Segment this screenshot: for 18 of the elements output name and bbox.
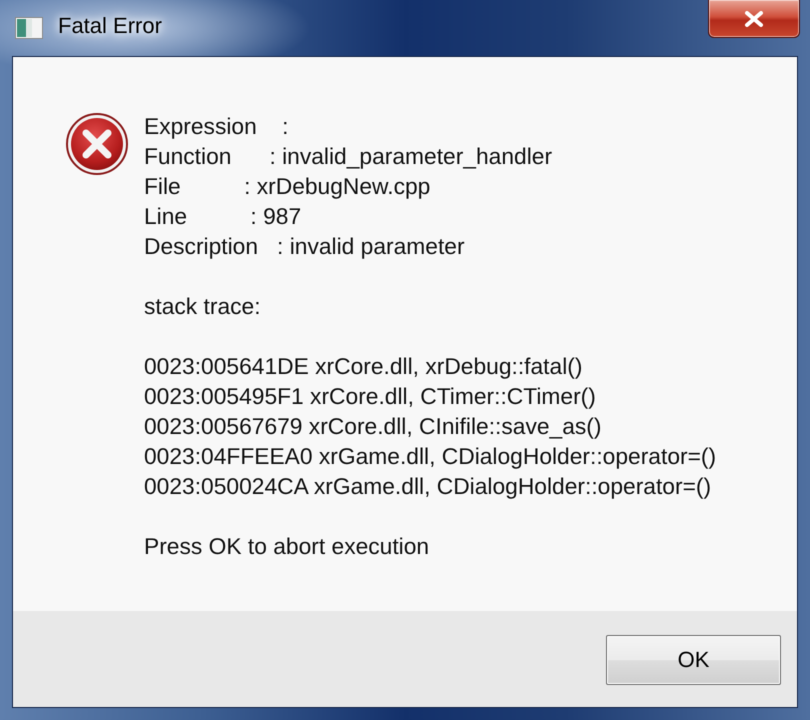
detail-line: Function : invalid_parameter_handler bbox=[144, 142, 554, 171]
stack-trace-line: 0023:00567679 xrCore.dll, CInifile::save_as() bbox=[144, 412, 602, 441]
ok-button[interactable]: OK bbox=[606, 635, 781, 685]
prompt-text: Press OK to abort execution bbox=[144, 532, 430, 561]
stack-trace-line: 0023:005495F1 xrCore.dll, CTimer::CTimer() bbox=[144, 382, 597, 411]
close-icon bbox=[744, 10, 764, 26]
window-icon bbox=[15, 17, 43, 39]
close-button[interactable] bbox=[708, 0, 800, 38]
window-title: Fatal Error bbox=[58, 13, 162, 39]
detail-line: Description : invalid parameter bbox=[144, 232, 466, 261]
stack-trace-line: 0023:005641DE xrCore.dll, xrDebug::fatal() bbox=[144, 352, 584, 381]
stack-trace-line: 0023:050024CA xrGame.dll, CDialogHolder::operator=() bbox=[144, 472, 712, 501]
detail-line: Line : 987 bbox=[144, 202, 302, 231]
detail-line: Expression : bbox=[144, 112, 290, 141]
detail-line: File : xrDebugNew.cpp bbox=[144, 172, 432, 201]
stack-trace-line: 0023:04FFEEA0 xrGame.dll, CDialogHolder::operator=() bbox=[144, 442, 716, 471]
stack-trace-heading: stack trace: bbox=[144, 292, 262, 321]
error-icon bbox=[65, 112, 129, 176]
